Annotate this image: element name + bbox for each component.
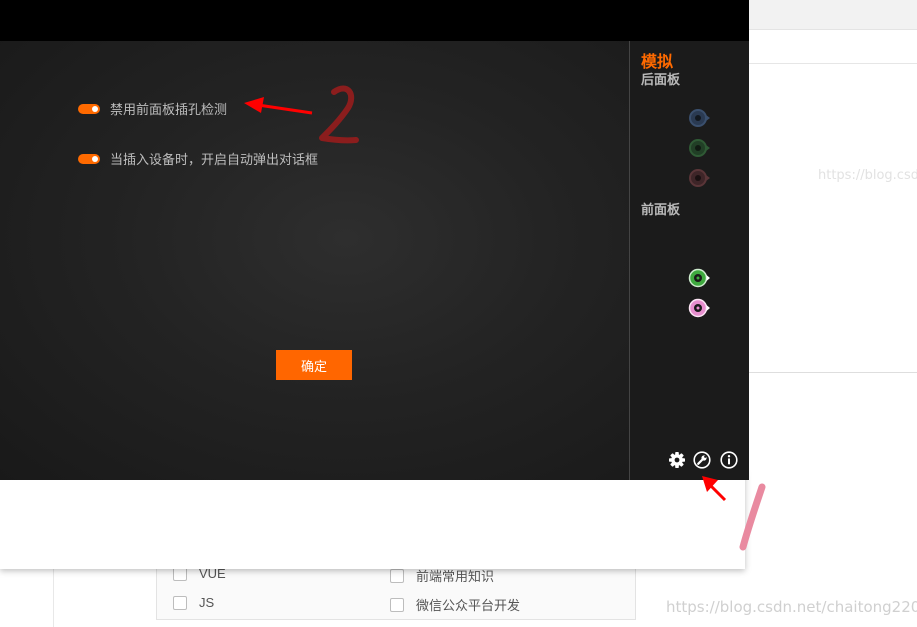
info-icon[interactable] [720, 451, 738, 469]
option-auto-popup-dialog[interactable]: 当插入设备时，开启自动弹出对话框 [78, 149, 318, 168]
confirm-button[interactable]: 确定 [276, 350, 352, 380]
dialog-panel [0, 470, 745, 569]
annotation-brush-stroke-icon [739, 483, 766, 551]
watermark-text: https://blog.csdn.net/chaitong2204 [666, 598, 917, 616]
tag-label: 微信公众平台开发 [416, 598, 521, 613]
checkbox[interactable] [390, 568, 404, 583]
option-label: 当插入设备时，开启自动弹出对话框 [110, 153, 319, 168]
rear-panel-label: 后面板 [641, 73, 681, 88]
page-header-strip [745, 30, 917, 64]
checkbox[interactable] [173, 595, 187, 610]
toggle-switch[interactable] [78, 153, 100, 164]
gear-icon[interactable] [668, 451, 686, 469]
option-disable-front-jack-detection[interactable]: 禁用前面板插孔检测 [78, 99, 227, 118]
watermark-text: https://blog.csdn.n [818, 168, 917, 183]
tag-checkbox-wechat[interactable]: 微信公众平台开发 [390, 595, 520, 614]
wrench-icon[interactable] [693, 451, 711, 469]
front-jack-green-icon[interactable] [687, 267, 711, 289]
rear-jack-green-icon[interactable] [687, 137, 711, 159]
tag-checkbox-js[interactable]: JS [173, 595, 214, 610]
tag-label: JS [199, 595, 215, 610]
option-label: 禁用前面板插孔检测 [110, 103, 228, 118]
window-titlebar [0, 0, 749, 41]
checkbox[interactable] [390, 597, 404, 612]
toggle-switch[interactable] [78, 103, 100, 114]
front-jack-pink-icon[interactable] [687, 297, 711, 319]
browser-topbar [745, 0, 917, 30]
audio-manager-window [0, 0, 749, 480]
divider [745, 372, 917, 373]
rear-jack-blue-icon[interactable] [687, 107, 711, 129]
front-panel-label: 前面板 [641, 203, 681, 218]
rear-jack-pink-icon[interactable] [687, 167, 711, 189]
